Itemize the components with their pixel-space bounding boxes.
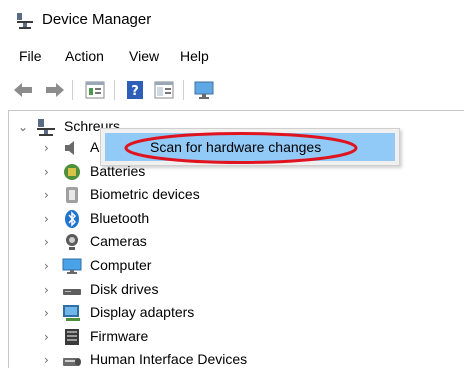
tree-item-display-adapters[interactable]: › Display adapters (0, 302, 473, 326)
battery-icon (64, 164, 80, 180)
speaker-icon (65, 141, 74, 155)
chevron-right-icon[interactable]: › (44, 283, 56, 297)
chevron-right-icon[interactable]: › (44, 212, 56, 226)
menu-action[interactable]: Action (65, 48, 104, 64)
menu-help[interactable]: Help (180, 48, 209, 64)
tree-item-firmware[interactable]: › Firmware (0, 326, 473, 350)
tree-item-label: Biometric devices (90, 186, 200, 202)
camera-icon (66, 234, 78, 250)
device-manager-icon (17, 13, 33, 29)
back-arrow-icon[interactable] (12, 79, 34, 101)
chevron-right-icon[interactable]: › (44, 188, 56, 202)
help-icon[interactable]: ? (124, 79, 146, 101)
menu-view[interactable]: View (129, 48, 159, 64)
tree-item-bluetooth[interactable]: › Bluetooth (0, 208, 473, 232)
toolbar-separator (183, 80, 184, 100)
chevron-down-icon[interactable]: ⌄ (18, 120, 30, 134)
context-menu: Scan for hardware changes (100, 128, 400, 166)
disk-drive-icon (63, 289, 81, 295)
tree-item-biometric[interactable]: › Biometric devices (0, 184, 473, 208)
show-hide-console-tree-icon[interactable] (153, 79, 175, 101)
scan-for-hardware-changes-menu-item[interactable]: Scan for hardware changes (105, 133, 395, 161)
properties-icon[interactable] (84, 79, 106, 101)
toolbar-separator (114, 80, 115, 100)
title-bar: Device Manager (0, 0, 473, 40)
chevron-right-icon[interactable]: › (44, 330, 56, 344)
toolbar: ? (0, 76, 473, 104)
tree-item-cameras[interactable]: › Cameras (0, 231, 473, 255)
menu-item-label: Scan for hardware changes (150, 139, 322, 155)
monitor-icon (62, 258, 82, 274)
firmware-icon (65, 329, 79, 345)
computer-network-icon (37, 119, 55, 136)
chevron-right-icon[interactable]: › (44, 165, 56, 179)
chevron-right-icon[interactable]: › (44, 235, 56, 249)
toolbar-separator (72, 80, 73, 100)
chevron-right-icon[interactable]: › (44, 259, 56, 273)
tree-item-label: Firmware (90, 328, 149, 344)
tree-item-disk-drives[interactable]: › Disk drives (0, 279, 473, 303)
menu-bar: File Action View Help (0, 48, 473, 70)
scan-monitor-icon[interactable] (193, 79, 215, 101)
fingerprint-icon (66, 187, 78, 203)
tree-item-label: Computer (90, 257, 152, 273)
chevron-right-icon[interactable]: › (44, 306, 56, 320)
chevron-right-icon[interactable]: › (44, 353, 56, 367)
window-title: Device Manager (42, 11, 152, 28)
tree-item-label: Disk drives (90, 281, 159, 297)
forward-arrow-icon[interactable] (44, 79, 66, 101)
menu-file[interactable]: File (19, 48, 42, 64)
chevron-right-icon[interactable]: › (44, 141, 56, 155)
hid-icon (63, 358, 81, 366)
tree-item-computer[interactable]: › Computer (0, 255, 473, 279)
svg-text:?: ? (131, 84, 139, 99)
bluetooth-icon (65, 210, 79, 228)
tree-item-label: Display adapters (90, 304, 195, 320)
tree-item-label: Human Interface Devices (90, 351, 248, 367)
tree-item-label: Cameras (90, 233, 147, 249)
tree-item-hid[interactable]: › Human Interface Devices (0, 349, 473, 368)
display-adapter-icon (63, 305, 80, 321)
tree-item-label: Bluetooth (90, 210, 150, 226)
